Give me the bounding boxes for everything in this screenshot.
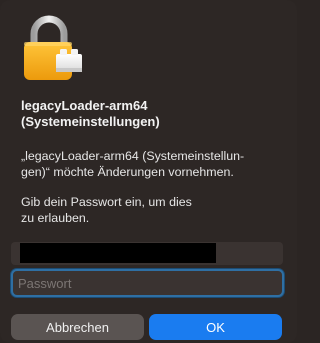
ok-button[interactable]: OK — [149, 314, 282, 340]
password-field[interactable] — [11, 269, 284, 297]
cancel-button[interactable]: Abbrechen — [11, 314, 144, 340]
dialog-message-line2: gen)“ möchte Änderungen vornehmen. — [21, 165, 234, 179]
dialog-instruction-line1: Gib dein Passwort ein, um dies — [21, 195, 192, 209]
username-redaction — [20, 243, 216, 263]
dialog-instruction-line2: zu erlauben. — [21, 211, 90, 225]
dialog-instruction: Gib dein Passwort ein, um dies zu erlaub… — [21, 194, 261, 226]
app-title: legacyLoader-arm64 (Systemeinstellungen) — [21, 98, 281, 130]
dialog-message-line1: „legacyLoader-arm64 (Systemeinstellun- — [21, 149, 245, 163]
dialog-message: „legacyLoader-arm64 (Systemeinstellun- g… — [21, 148, 283, 180]
app-title-line1: legacyLoader-arm64 — [21, 98, 148, 113]
app-title-line2: (Systemeinstellungen) — [21, 114, 160, 129]
authorization-dialog: legacyLoader-arm64 (Systemeinstellungen)… — [0, 0, 297, 343]
lock-icon — [24, 15, 82, 80]
